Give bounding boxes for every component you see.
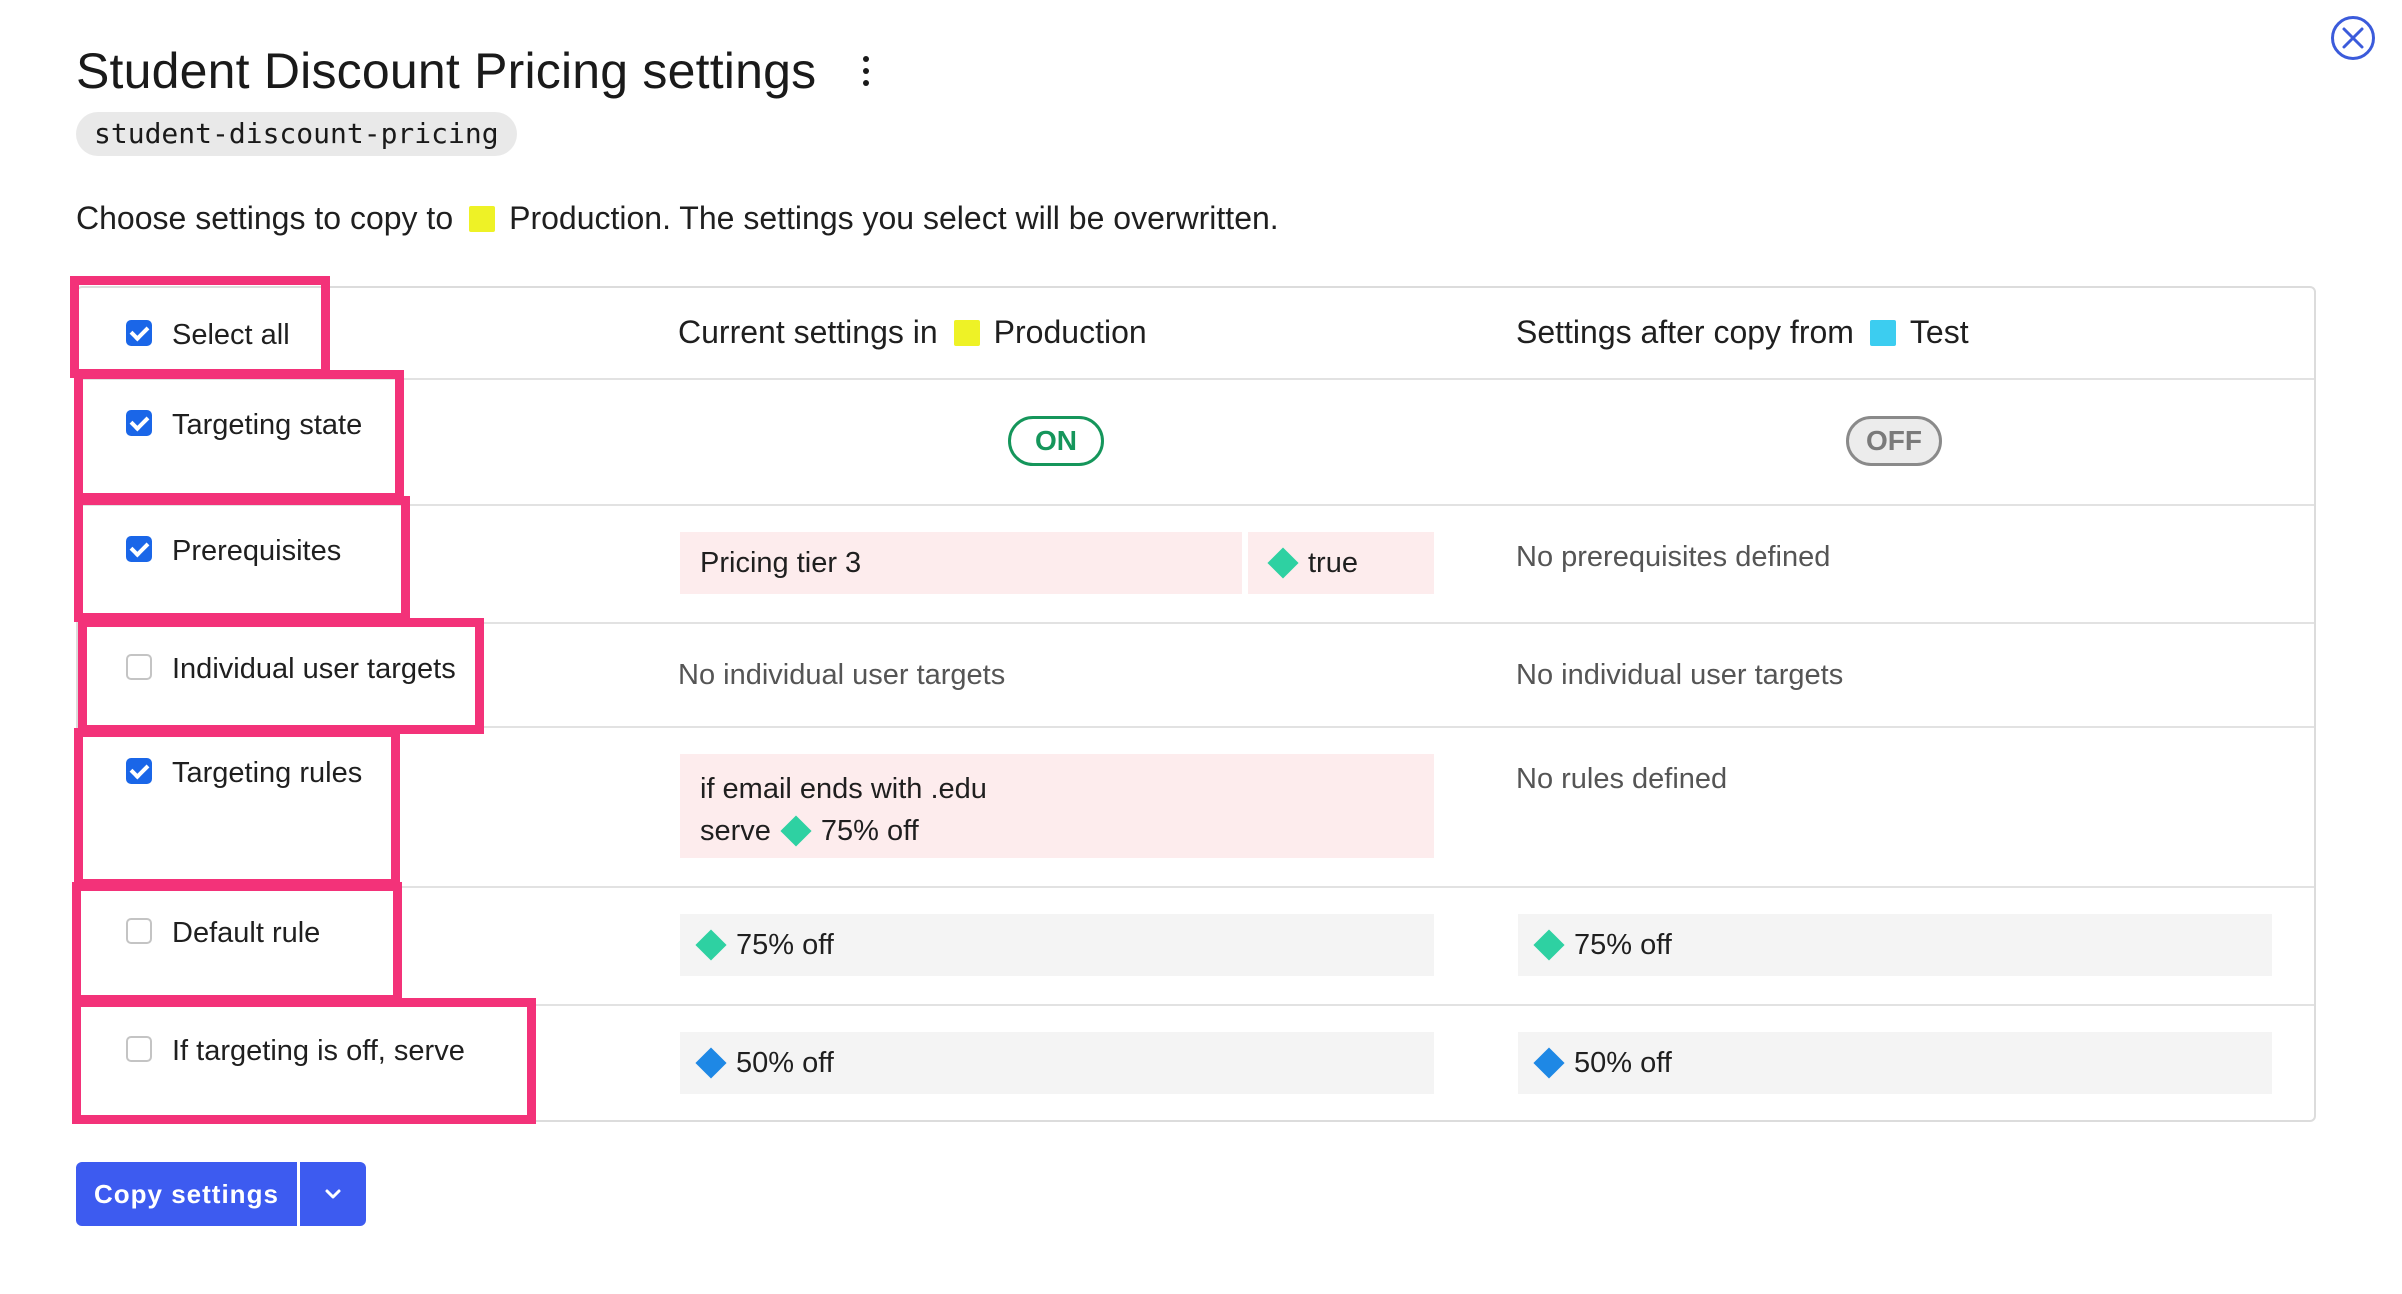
intro-target-env: Production: [509, 200, 663, 236]
default-rule-current-cell: 75% off: [680, 914, 1434, 976]
row-divider: [78, 504, 2314, 506]
current-header-text: Current settings in: [678, 314, 938, 350]
row-divider: [78, 886, 2314, 888]
chevron-down-icon: [325, 1189, 341, 1199]
current-settings-header: Current settings in Production: [678, 314, 1147, 351]
close-icon[interactable]: [2331, 16, 2375, 60]
production-env-swatch: [469, 205, 496, 232]
individual-targets-current-text: No individual user targets: [678, 659, 1006, 691]
title-row: Student Discount Pricing settings: [76, 42, 878, 100]
current-header-env: Production: [993, 314, 1147, 350]
prerequisite-value: true: [1308, 546, 1358, 579]
highlight-box-targeting-rules: [74, 728, 400, 888]
default-rule-after-value: 75% off: [1574, 928, 1672, 961]
variation-diamond-icon: [1533, 929, 1565, 961]
variation-diamond-icon: [1267, 547, 1299, 579]
after-copy-header: Settings after copy from Test: [1516, 314, 1969, 351]
page-title: Student Discount Pricing settings: [76, 43, 817, 99]
targeting-rule-cell: if email ends with .edu serve 75% off: [680, 754, 1434, 858]
production-env-swatch: [953, 319, 980, 346]
copy-options-dropdown[interactable]: [299, 1162, 366, 1226]
prerequisite-flag-name: Pricing tier 3: [700, 546, 862, 579]
after-header-env: Test: [1909, 314, 1969, 350]
variation-diamond-icon: [780, 815, 812, 847]
prerequisite-value-cell: true: [1248, 532, 1434, 594]
highlight-box-default-rule: [72, 882, 402, 1004]
individual-targets-after-text: No individual user targets: [1516, 659, 1844, 691]
intro-text: Choose settings to copy to Production . …: [76, 200, 1279, 237]
row-divider: [78, 378, 2314, 380]
copy-settings-button[interactable]: Copy settings: [76, 1162, 297, 1226]
variation-diamond-icon: [695, 1047, 727, 1079]
prerequisites-after-text: No prerequisites defined: [1516, 541, 1831, 573]
variation-diamond-icon: [1533, 1047, 1565, 1079]
more-options-icon[interactable]: [854, 46, 878, 96]
off-variation-current-cell: 50% off: [680, 1032, 1434, 1094]
highlight-box-individual-targets: [78, 618, 484, 734]
copy-settings-split-button: Copy settings: [76, 1162, 366, 1226]
prerequisite-flag-cell: Pricing tier 3: [680, 532, 1242, 594]
highlight-box-select-all: [70, 276, 330, 378]
off-variation-after-value: 50% off: [1574, 1046, 1672, 1079]
default-rule-current-value: 75% off: [736, 928, 834, 961]
highlight-box-off-variation: [72, 998, 536, 1124]
after-header-text: Settings after copy from: [1516, 314, 1854, 350]
default-rule-after-cell: 75% off: [1518, 914, 2272, 976]
highlight-box-prerequisites: [74, 496, 410, 622]
flag-key-badge: student-discount-pricing: [76, 112, 517, 156]
off-variation-current-value: 50% off: [736, 1046, 834, 1079]
targeting-state-off-badge: OFF: [1846, 416, 1942, 466]
targeting-state-on-badge: ON: [1008, 416, 1104, 466]
targeting-rules-after-text: No rules defined: [1516, 763, 1728, 795]
rule-serve-text: serve: [700, 815, 771, 847]
rule-clause: if email ends with .edu: [700, 773, 987, 805]
intro-suffix: . The settings you select will be overwr…: [662, 200, 1279, 236]
highlight-box-targeting-state: [74, 370, 404, 502]
variation-diamond-icon: [695, 929, 727, 961]
rule-serve-variation: 75% off: [820, 815, 919, 847]
test-env-swatch: [1869, 319, 1896, 346]
rule-serve-line: serve 75% off: [700, 810, 1414, 852]
intro-prefix: Choose settings to copy to: [76, 200, 454, 236]
off-variation-after-cell: 50% off: [1518, 1032, 2272, 1094]
